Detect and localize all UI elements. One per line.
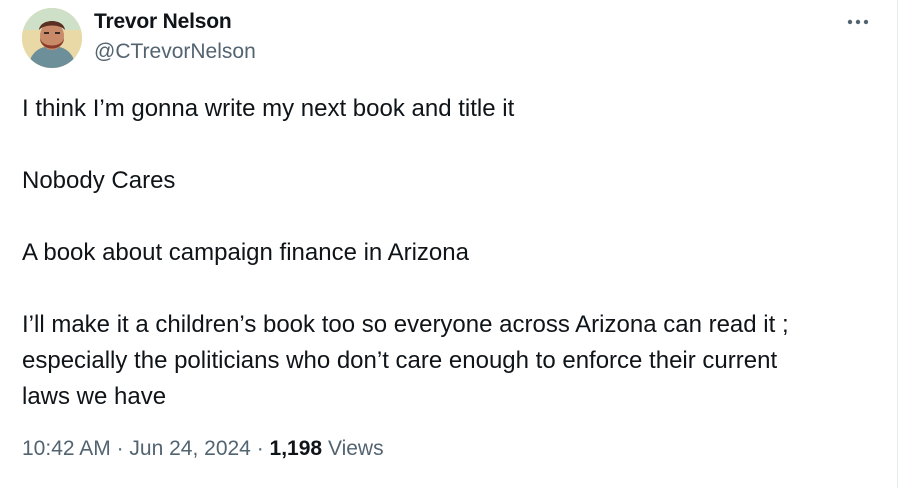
author-handle[interactable]: @CTrevorNelson: [94, 40, 256, 64]
line-break: [22, 199, 878, 235]
tweet-line: laws we have: [22, 383, 167, 410]
tweet-text: I think I’m gonna write my next book and…: [22, 91, 878, 415]
tweet-date[interactable]: Jun 24, 2024: [129, 437, 250, 460]
tweet-card: Trevor Nelson @CTrevorNelson I think I’m…: [0, 0, 898, 488]
more-dots-icon: [847, 19, 869, 25]
line-break: [22, 271, 878, 307]
tweet-meta: 10:42 AM · Jun 24, 2024 · 1,198 Views: [22, 437, 384, 461]
profile-photo-icon: [22, 8, 82, 68]
meta-separator: ·: [256, 437, 264, 460]
tweet-line: I’ll make it a children’s book too so ev…: [22, 311, 789, 338]
avatar[interactable]: [22, 8, 82, 68]
views-count: 1,198: [269, 437, 323, 460]
author-name[interactable]: Trevor Nelson: [94, 10, 232, 34]
more-button[interactable]: [842, 8, 874, 36]
tweet-line: A book about campaign finance in Arizona: [22, 239, 469, 266]
tweet-time[interactable]: 10:42 AM: [22, 437, 111, 460]
tweet-line: Nobody Cares: [22, 167, 176, 194]
line-break: [22, 127, 878, 163]
tweet-line: I think I’m gonna write my next book and…: [22, 95, 515, 122]
tweet-line: especially the politicians who don’t car…: [22, 347, 778, 374]
views-label: Views: [327, 437, 384, 460]
meta-separator: ·: [116, 437, 124, 460]
